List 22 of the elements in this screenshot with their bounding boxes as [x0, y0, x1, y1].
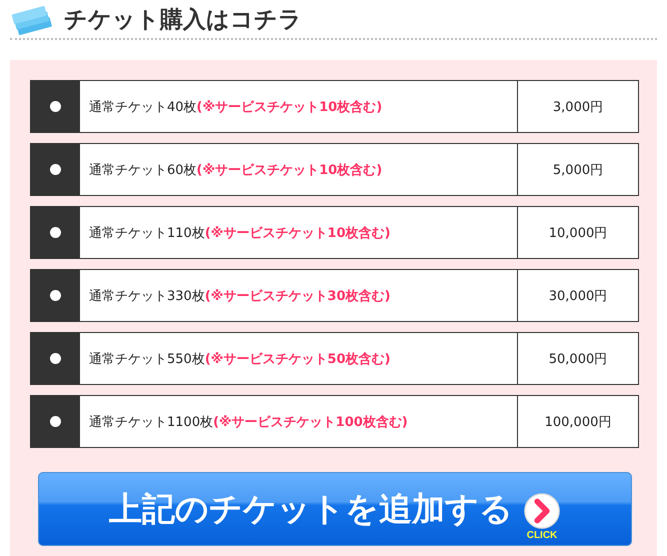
radio-button[interactable] — [50, 227, 61, 238]
radio-button[interactable] — [50, 164, 61, 175]
price-cell-text: 50,000円 — [548, 350, 608, 368]
radio-button[interactable] — [50, 416, 61, 427]
ticket-option-label: 通常チケット1100枚(※サービスチケット100枚含む) — [80, 396, 518, 447]
ticket-option-label: 通常チケット40枚(※サービスチケット10枚含む) — [80, 81, 518, 132]
add-tickets-button[interactable]: 上記のチケットを追加する CLICK — [38, 472, 632, 546]
radio-button[interactable] — [50, 353, 61, 364]
ticket-option-label: 通常チケット110枚(※サービスチケット10枚含む) — [80, 207, 518, 258]
price-cell-text: 5,000円 — [552, 162, 604, 180]
price-cell-text: 10,000円 — [548, 224, 608, 242]
click-hint: CLICK — [526, 530, 558, 540]
radio-button[interactable] — [50, 101, 61, 112]
price-cell-text: 30,000円 — [548, 288, 608, 306]
chevron-right-icon — [523, 492, 561, 530]
ticket-option-label: 通常チケット60枚(※サービスチケット10枚含む) — [80, 144, 518, 195]
ticket-option-label: 通常チケット330枚(※サービスチケット30枚含む) — [80, 270, 518, 321]
section-title: チケット購入はコチラ — [64, 6, 302, 34]
ticket-option-label: 通常チケット550枚(※サービスチケット50枚含む) — [80, 333, 518, 384]
radio-button[interactable] — [50, 290, 61, 301]
price-cell-text: 3,000円 — [552, 98, 604, 116]
price-cell-text: 100,000円 — [544, 414, 612, 432]
